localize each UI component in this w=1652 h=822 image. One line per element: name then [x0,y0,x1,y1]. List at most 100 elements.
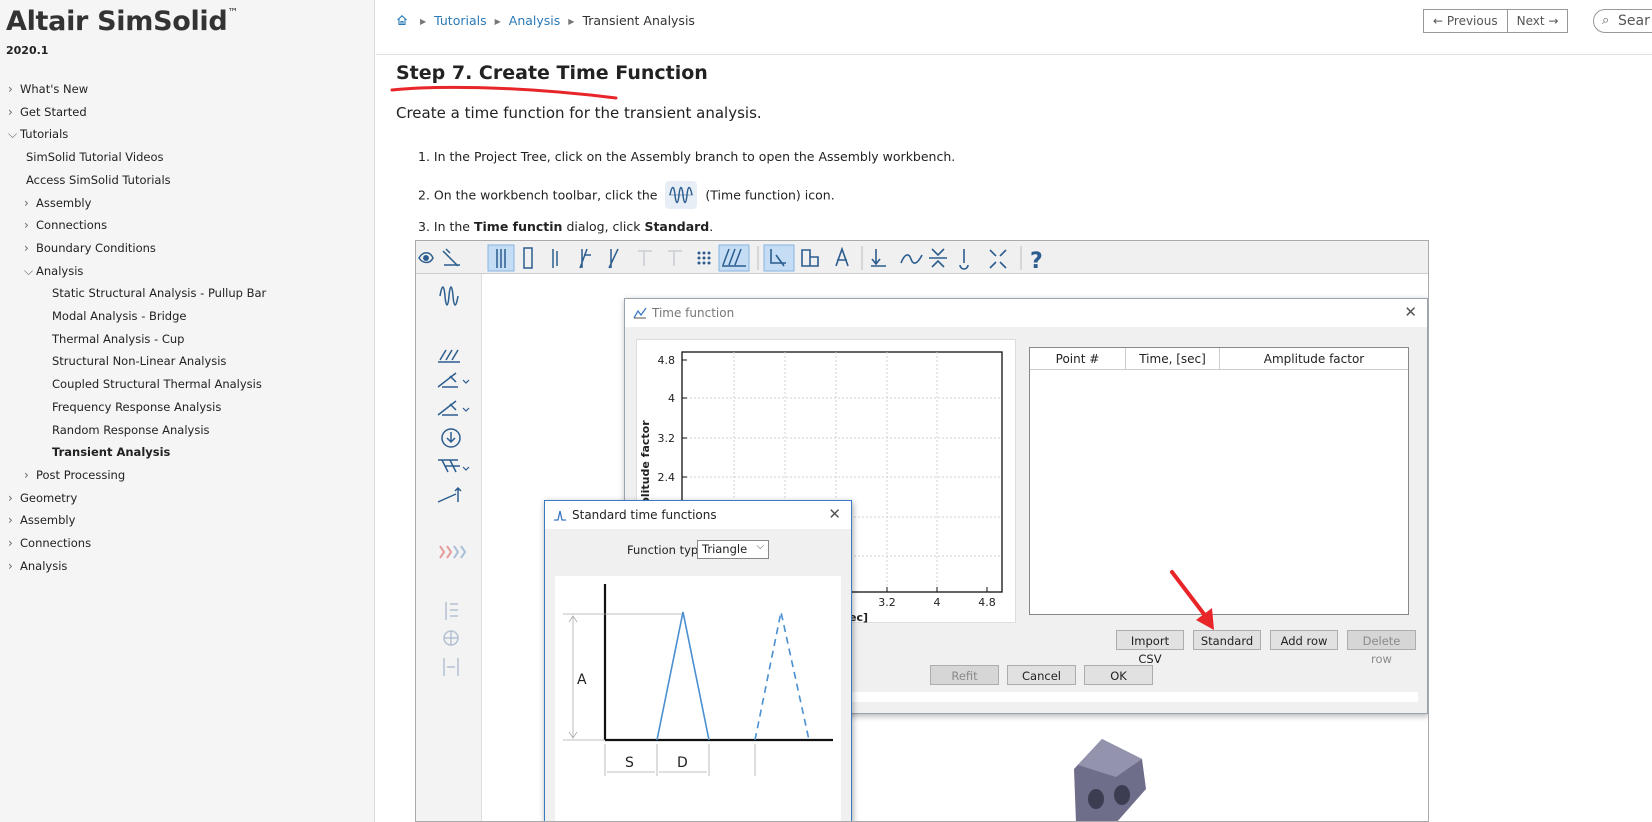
duration-label: D [677,755,688,771]
sidebar: Altair SimSolid™ 2020.1 › What's New › Get … [0,0,375,822]
breadcrumb-separator-icon: ▶ [568,17,575,26]
sidebar-item[interactable]: › Connections [8,536,91,550]
refit-button[interactable]: Refit [930,665,999,685]
main-content: ▶ Tutorials ▶ Analysis ▶ Transient Analysis ←… [376,0,1652,822]
search-box: ⌕ [1593,9,1652,33]
pulse-icon [554,510,566,521]
sidebar-item-label: Post Processing [36,467,126,482]
column-header-amplitude[interactable]: Amplitude factor [1220,348,1408,370]
y-tick-label: 4 [668,392,675,405]
sidebar-item[interactable]: Transient Analysis [52,445,170,459]
page-title: Step 7. Create Time Function [396,62,708,84]
sidebar-item[interactable]: › Assembly [8,513,75,527]
sidebar-item-label: Boundary Conditions [36,240,156,255]
column-header-time[interactable]: Time, [sec] [1126,348,1220,370]
breadcrumb-tutorials[interactable]: Tutorials [434,13,486,28]
sidebar-item-label: Tutorials [20,127,69,142]
sidebar-item[interactable]: Thermal Analysis - Cup [52,332,184,346]
workbench-left-strip [416,274,482,821]
sidebar-item[interactable]: › Analysis [8,559,67,573]
brand-title: Altair SimSolid™ [6,6,239,37]
app-screenshot: ? Time function ✕ 4.8 4 3.2 2.4 3.2 4 4.… [415,240,1429,822]
breadcrumb-separator-icon: ▶ [419,17,427,26]
left-strip-icons [437,286,470,676]
intro-text: Create a time function for the transient… [396,104,762,122]
toolbar-icons: ? [418,244,1043,274]
close-icon[interactable]: ✕ [828,505,841,523]
chevron-right-icon: › [24,218,29,233]
add-row-button[interactable]: Add row [1270,630,1338,650]
standard-time-functions-dialog: Standard time functions ✕ Function type … [544,500,852,821]
chevron-right-icon: › [8,104,13,119]
y-axis-label: plitude factor [639,420,652,505]
chevron-right-icon: › [24,467,29,482]
chevron-right-icon: › [8,536,13,550]
home-icon[interactable] [396,14,408,26]
sidebar-item[interactable]: Access SimSolid Tutorials [26,173,171,187]
function-type-select[interactable]: Triangle ⌵ [697,540,769,559]
breadcrumb-analysis[interactable]: Analysis [509,13,561,28]
next-button[interactable]: Next → [1506,10,1568,32]
sidebar-item-label: Assembly [20,513,76,528]
cancel-button[interactable]: Cancel [1007,665,1076,685]
chevron-right-icon: › [8,513,13,528]
column-header-point[interactable]: Point # [1030,348,1126,370]
sidebar-item[interactable]: ⌵ Tutorials [8,127,68,142]
breadcrumb-separator-icon: ▶ [494,17,501,26]
step-3: 3. In the Time functin dialog, click Sta… [418,219,714,234]
sidebar-item[interactable]: › Post Processing [24,468,125,482]
y-tick-label: 2.4 [658,471,676,484]
sidebar-item-label: Assembly [36,195,92,210]
close-icon[interactable]: ✕ [1404,303,1417,321]
x-tick-label: 3.2 [878,596,896,609]
step-1: 1. In the Project Tree, click on the Ass… [418,149,956,164]
amplitude-label: A [577,672,587,688]
triangle-function-sketch: A S D [555,576,841,821]
start-label: S [625,755,634,771]
standard-dialog-title: Standard time functions [572,508,717,522]
sidebar-item-label: Static Structural Analysis - Pullup Bar [52,286,267,301]
chevron-down-icon: ⌵ [756,541,764,552]
ok-button[interactable]: OK [1084,665,1153,685]
previous-button[interactable]: ← Previous [1424,10,1507,32]
time-function-icon [665,181,698,209]
time-function-titlebar: Time function ✕ [625,299,1427,327]
breadcrumb: ▶ Tutorials ▶ Analysis ▶ Transient Analysis [396,13,695,28]
sidebar-item[interactable]: › Assembly [24,196,91,210]
sidebar-item-label: Modal Analysis - Bridge [52,309,187,323]
sidebar-item-label: Transient Analysis [52,445,171,460]
sidebar-item-label: Get Started [20,104,87,119]
sidebar-item-label: What's New [20,82,89,96]
search-input[interactable] [1616,12,1652,30]
sidebar-item-label: Connections [36,218,108,233]
sidebar-item[interactable]: Coupled Structural Thermal Analysis [52,377,262,391]
workbench-toolbar: ? [416,241,1428,274]
chevron-right-icon: › [24,240,29,255]
delete-row-button[interactable]: Delete row [1347,630,1416,666]
sidebar-item[interactable]: Modal Analysis - Bridge [52,309,187,323]
sidebar-item[interactable]: › Boundary Conditions [24,241,156,255]
sidebar-item[interactable]: Random Response Analysis [52,423,210,437]
function-type-label: Function type [627,543,706,557]
sidebar-item[interactable]: Static Structural Analysis - Pullup Bar [52,286,266,300]
chevron-down-icon: ⌵ [8,127,18,142]
y-tick-label: 4.8 [658,354,676,367]
sidebar-item[interactable]: ⌵ Analysis [24,264,83,279]
x-tick-label: 4.8 [978,596,996,609]
svg-text:?: ? [1030,249,1043,274]
sidebar-item-label: Access SimSolid Tutorials [26,172,171,187]
sidebar-item[interactable]: Frequency Response Analysis [52,400,221,414]
sidebar-item[interactable]: › What's New [8,82,88,96]
sidebar-item-label: Analysis [36,263,84,278]
sidebar-item[interactable]: SimSolid Tutorial Videos [26,150,164,164]
sidebar-item-label: Frequency Response Analysis [52,399,222,414]
sidebar-item-label: Structural Non-Linear Analysis [52,354,227,369]
chevron-right-icon: › [8,490,13,505]
sidebar-item[interactable]: Structural Non-Linear Analysis [52,354,226,368]
red-underline-annotation [390,85,618,100]
sidebar-item[interactable]: › Connections [24,218,107,232]
sidebar-item[interactable]: › Geometry [8,491,77,505]
status-strip [835,692,1418,702]
sidebar-item-label: Analysis [20,558,68,573]
sidebar-item[interactable]: › Get Started [8,105,87,119]
